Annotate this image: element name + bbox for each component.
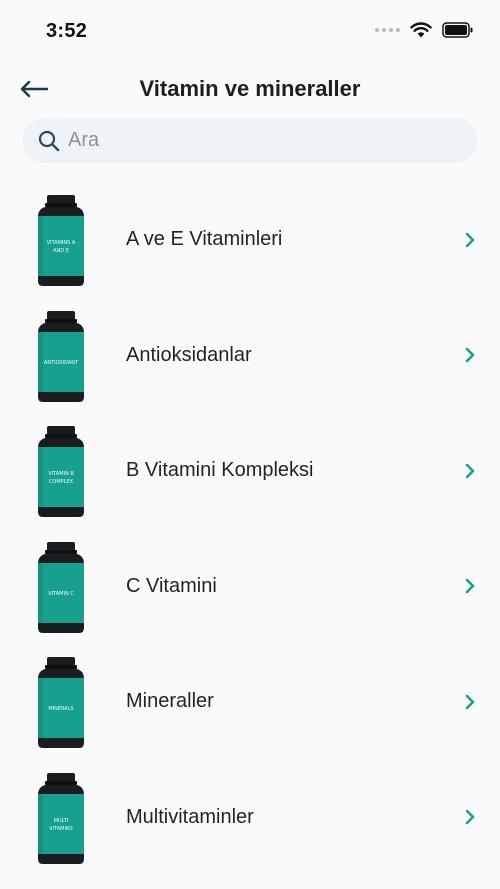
signal-icon (375, 28, 400, 32)
status-bar: 3:52 (0, 0, 500, 62)
search-input[interactable] (66, 128, 450, 153)
bottle-label-text: AND E (53, 248, 69, 254)
header: Vitamin ve mineraller (0, 62, 500, 118)
supplement-bottle-image: ANTIOXIDANT (38, 310, 84, 402)
chevron-right-icon (465, 232, 475, 248)
list-item[interactable]: MULTI VITAMINS Multivitaminler (0, 760, 500, 876)
bottle-label-text: ANTIOXIDANT (44, 360, 79, 366)
chevron-right-icon (465, 694, 475, 710)
bottle-label-text: VITAMINS (49, 826, 73, 832)
bottle-label-text: MINERALS (48, 706, 73, 712)
list-item[interactable]: VITAMIN C C Vitamini (0, 529, 500, 645)
chevron-right-icon (465, 463, 475, 479)
supplement-bottle-image: VITAMIN B COMPLEX (38, 426, 84, 517)
supplement-bottle-image: MULTI VITAMINS (38, 772, 84, 864)
bottle-label-text: VITAMIN B (48, 471, 74, 477)
battery-icon (442, 22, 473, 38)
supplement-bottle-image: VITAMIN C (38, 541, 84, 633)
bottle-label-text: COMPLEX (49, 479, 74, 485)
bottle-label-text: VITAMINS A (47, 240, 76, 246)
search-icon (38, 130, 60, 152)
wifi-icon (410, 22, 432, 38)
bottle-label-text: VITAMIN C (48, 591, 74, 597)
bottle-label-text: MULTI (54, 818, 69, 824)
chevron-right-icon (465, 347, 475, 363)
status-icons (375, 22, 474, 38)
list-item[interactable]: VITAMIN B COMPLEX B Vitamini Kompleksi (0, 413, 500, 529)
chevron-right-icon (465, 809, 475, 825)
list-item[interactable]: ANTIOXIDANT Antioksidanlar (0, 298, 500, 414)
list-item-label: Multivitaminler (126, 805, 254, 828)
search-bar[interactable] (22, 118, 478, 163)
supplement-bottle-image: MINERALS (38, 657, 84, 748)
list-item-label: A ve E Vitaminleri (126, 228, 283, 251)
list-item[interactable]: MINERALS Mineraller (0, 644, 500, 760)
list-item-label: C Vitamini (126, 574, 217, 597)
category-list: VITAMINS A AND E A ve E Vitaminleri ANTIOXI… (0, 182, 500, 875)
list-item[interactable]: VITAMINS A AND E A ve E Vitaminleri (0, 182, 500, 298)
status-time: 3:52 (46, 20, 88, 42)
supplement-bottle-image: VITAMINS A AND E (38, 195, 84, 286)
list-item-label: B Vitamini Kompleksi (126, 459, 314, 482)
chevron-right-icon (465, 578, 475, 594)
list-item-label: Antioksidanlar (126, 343, 252, 366)
page-title: Vitamin ve mineraller (139, 76, 361, 101)
list-item-label: Mineraller (126, 690, 214, 713)
